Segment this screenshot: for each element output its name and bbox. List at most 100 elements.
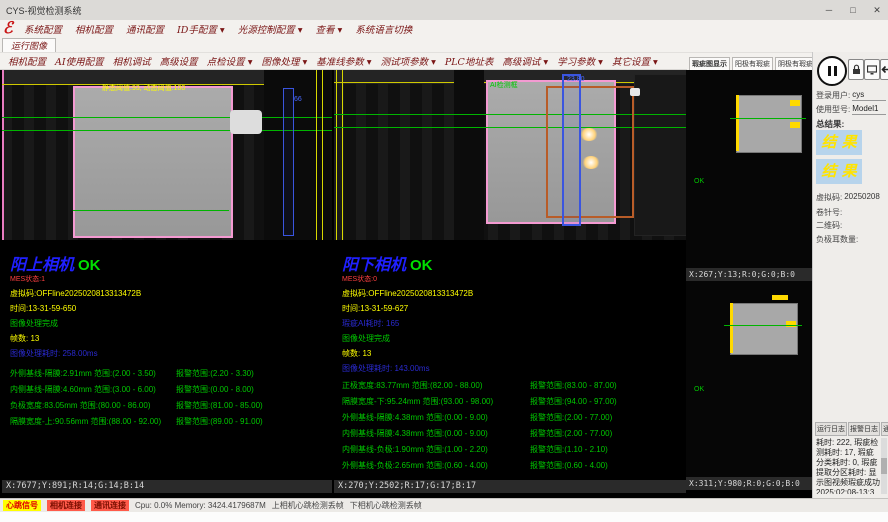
close-icon[interactable]: ✕ — [870, 5, 884, 16]
processing-time: 图像处理耗时: 143.00ms — [342, 363, 682, 374]
main-area: 静态阈值:93, 动态阈值:100 66 阳上相机OK MES状态:1 虚拟码:… — [0, 70, 812, 498]
menu-system-config[interactable]: 系统配置 — [24, 22, 62, 36]
mini-highlight — [786, 321, 796, 327]
mini-highlight — [730, 303, 733, 353]
monitor-button[interactable] — [864, 59, 880, 80]
tab-run-image[interactable]: 运行图像 — [2, 38, 56, 52]
tab-anode-defect[interactable]: 阳极有瑕疵 — [732, 57, 773, 70]
log-text: 耗时: 222, 瑕疵检测耗时: 17, 瑕疵分类耗时: 0, 瑕疵提取分区耗时… — [816, 438, 880, 494]
menu-comm-config[interactable]: 通讯配置 — [126, 22, 164, 36]
result-box-lower: 结 果 — [816, 159, 862, 184]
pause-button[interactable] — [817, 56, 847, 86]
alarm-range: 报警范围:(2.00 - 77.00) — [530, 412, 612, 423]
camera-view-lower[interactable]: AI检测框 23.80 阳下相机OK MES状态:0 虚拟码:OFFline20… — [334, 70, 686, 498]
result-ok-badge: OK — [78, 257, 101, 274]
mini-ok-label: OK — [694, 386, 704, 393]
negative-tab-label: 负极耳数量: — [816, 234, 858, 245]
lock-button[interactable] — [848, 59, 864, 80]
login-user-row: 登录用户: cys — [816, 90, 886, 101]
menu-id-config[interactable]: ID手配置 ▾ — [177, 22, 225, 36]
measure-value: 外侧基线-隔膜:4.38mm 范围:(0.00 - 9.00) — [342, 412, 530, 423]
tool-camera-config[interactable]: 相机配置 — [8, 54, 46, 68]
login-user-value: cys — [852, 90, 886, 101]
thumbnail-coordinate-bar-top: X:267;Y:13;R:0;G:0;B:0 — [686, 268, 812, 281]
bottom-strip — [0, 512, 888, 522]
measurement-row: 内侧基线-隔膜:4.38mm 范围:(0.00 - 9.00)报警范围:(2.0… — [342, 428, 682, 439]
tool-advanced-settings[interactable]: 高级设置 — [160, 54, 198, 68]
defect-roi-orange — [546, 86, 634, 218]
tool-other-settings[interactable]: 其它设置 ▾ — [612, 54, 658, 68]
maximize-icon[interactable]: □ — [846, 5, 860, 15]
defect-thumbnail-top[interactable]: OK — [686, 70, 812, 268]
tab-defect-image[interactable]: 瑕疵图显示 — [689, 57, 730, 70]
alarm-range: 报警范围:(0.00 - 8.00) — [176, 384, 254, 395]
tool-learning-params[interactable]: 学习参数 ▾ — [557, 54, 603, 68]
thumbnail-coordinate-bar-bottom: X:311;Y:980;R:0;G:0;B:0 — [686, 477, 812, 490]
tab-comm-log[interactable]: 通讯日志 — [881, 422, 888, 436]
mini-highlight — [790, 100, 800, 106]
processing-time: 图像处理耗时: 258.00ms — [10, 348, 328, 359]
tool-test-params[interactable]: 测试项参数 ▾ — [381, 54, 436, 68]
log-scrollbar[interactable] — [881, 438, 887, 494]
tool-ai-usage-config[interactable]: AI使用配置 — [55, 54, 104, 68]
overlay-text-upper: 阳上相机OK MES状态:1 虚拟码:OFFline20250208133134… — [10, 256, 328, 432]
tool-camera-debug[interactable]: 相机调试 — [113, 54, 151, 68]
virtual-code-label: 虚拟码: — [816, 192, 842, 203]
mes-status: MES状态:1 — [10, 274, 328, 284]
threshold-label: 静态阈值:93, 动态阈值:100 — [102, 85, 185, 93]
virtual-code: 虚拟码:OFFline2025020813313472B — [342, 288, 682, 299]
back-button[interactable] — [880, 59, 888, 80]
measurement-row: 外侧基线-负极:2.65mm 范围:(0.60 - 4.00)报警范围:(0.6… — [342, 460, 682, 471]
camera-name: 阳下相机 — [342, 255, 406, 274]
camera-image-lower[interactable]: AI检测框 23.80 — [334, 70, 686, 240]
ai-time: 瑕疵AI耗时: 165 — [342, 318, 682, 329]
alarm-range: 报警范围:(2.00 - 77.00) — [530, 428, 612, 439]
camera-view-upper[interactable]: 静态阈值:93, 动态阈值:100 66 阳上相机OK MES状态:1 虚拟码:… — [2, 70, 332, 498]
menu-camera-config[interactable]: 相机配置 — [75, 22, 113, 36]
capture-time: 时间:13-31-59-627 — [342, 303, 682, 314]
heartbeat-badge: 心跳信号 — [3, 500, 41, 511]
mini-green-line — [730, 118, 806, 119]
alarm-range: 报警范围:(83.00 - 87.00) — [530, 380, 617, 391]
qr-row: 二维码: — [816, 220, 886, 231]
blue-measure-label: 66 — [294, 96, 302, 104]
minimize-icon[interactable]: ─ — [822, 5, 836, 15]
result-ok-badge: OK — [410, 257, 433, 274]
tool-image-processing[interactable]: 图像处理 ▾ — [261, 54, 307, 68]
virtual-code: 虚拟码:OFFline2025020813313472B — [10, 288, 328, 299]
tool-baseline-params[interactable]: 基准线参数 ▾ — [316, 54, 371, 68]
login-user-label: 登录用户: — [816, 90, 850, 101]
defect-thumbnail-bottom[interactable]: OK — [686, 281, 812, 477]
tool-plc-address-table[interactable]: PLC地址表 — [445, 54, 493, 68]
mini-green-line — [724, 325, 802, 326]
model-row: 使用型号: Model1 — [816, 104, 886, 115]
menu-view[interactable]: 查看 ▾ — [316, 22, 343, 36]
tab-cathode-defect[interactable]: 阴极有瑕疵 — [775, 57, 816, 70]
log-scrollbar-thumb[interactable] — [881, 458, 887, 474]
defect-highlight — [580, 128, 598, 141]
pause-icon — [828, 66, 831, 76]
alarm-range: 报警范围:(81.00 - 85.00) — [176, 400, 263, 411]
app-logo-icon: ℰ — [3, 18, 13, 37]
mini-highlight — [736, 95, 739, 151]
menu-language-switch[interactable]: 系统语言切换 — [355, 22, 412, 36]
defect-view-tabs: 瑕疵图显示 阳极有瑕疵 阴极有瑕疵 — [687, 56, 811, 70]
comm-link-badge: 通讯连接 — [91, 500, 129, 511]
measure-value: 负极宽度:83.05mm 范围:(80.00 - 86.00) — [10, 400, 176, 411]
window-controls: ─ □ ✕ — [822, 0, 884, 20]
menu-light-control[interactable]: 光源控制配置 ▾ — [238, 22, 303, 36]
measure-value: 正极宽度:83.77mm 范围:(82.00 - 88.00) — [342, 380, 530, 391]
camera-image-upper[interactable]: 静态阈值:93, 动态阈值:100 66 — [2, 70, 332, 240]
upper-camera-heartbeat-status: 上相机心跳检测丢帧 — [272, 500, 344, 511]
defect-highlight — [582, 156, 600, 169]
log-tabs: 运行日志 报警日志 通讯日志 — [815, 422, 887, 436]
tab-run-log[interactable]: 运行日志 — [815, 422, 847, 436]
tool-advanced-debug[interactable]: 高级调试 ▾ — [502, 54, 548, 68]
titlebar[interactable]: CYS-视觉检测系统 ─ □ ✕ — [0, 0, 888, 21]
total-result-label: 总结果: — [816, 118, 844, 130]
monitor-icon — [867, 65, 877, 75]
pixel-coordinate-bar-lower: X:270;Y:2502;R:17;G:17;B:17 — [334, 480, 686, 493]
frame-count: 帧数: 13 — [342, 348, 682, 359]
tool-spot-check[interactable]: 点检设置 ▾ — [207, 54, 253, 68]
tab-alarm-log[interactable]: 报警日志 — [848, 422, 880, 436]
